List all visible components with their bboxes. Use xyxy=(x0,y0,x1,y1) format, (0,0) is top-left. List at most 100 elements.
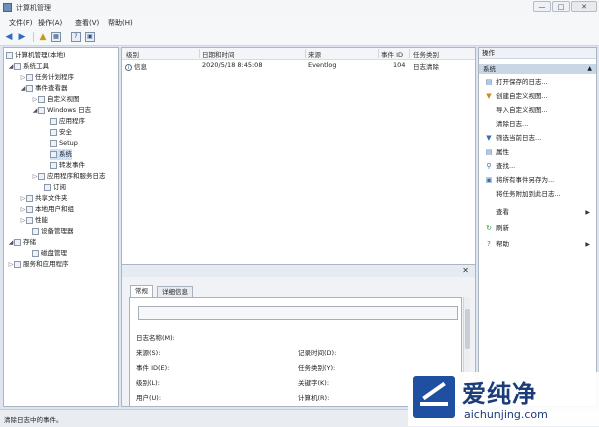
maximize-button[interactable]: □ xyxy=(552,1,570,12)
submenu-arrow-icon: ▶ xyxy=(585,241,590,248)
import-icon xyxy=(485,106,493,114)
menu-action[interactable]: 操作(A) xyxy=(38,18,62,28)
tree-item-performance[interactable]: ▷ 性能 xyxy=(20,215,48,226)
action-filter-current-log[interactable]: ▼ 筛选当前日志... xyxy=(479,133,596,144)
tree-item-windows-logs[interactable]: ◢ Windows 日志 xyxy=(32,105,91,116)
log-icon xyxy=(50,128,57,136)
action-help[interactable]: ? 帮助 ▶ xyxy=(479,239,596,250)
actions-header: 操作 xyxy=(479,48,596,59)
action-clear-log[interactable]: 清除日志... xyxy=(479,119,596,130)
tree-item-disk-management[interactable]: 磁盘管理 xyxy=(32,248,67,259)
action-open-saved-log[interactable]: ▤ 打开保存的日志... xyxy=(479,77,596,88)
action-refresh[interactable]: ↻ 刷新 xyxy=(479,223,596,234)
action-pane-icon[interactable]: ▣ xyxy=(85,32,95,42)
clear-log-icon xyxy=(485,120,493,128)
tab-details[interactable]: 详细信息 xyxy=(157,286,193,297)
menu-view[interactable]: 查看(V) xyxy=(75,18,99,28)
log-icon xyxy=(50,150,57,158)
computer-management-icon xyxy=(3,3,12,12)
column-divider xyxy=(409,49,410,58)
column-divider xyxy=(378,49,379,58)
close-icon[interactable]: ✕ xyxy=(462,266,469,275)
tree-item-services-applications[interactable]: ▷ 服务和应用程序 xyxy=(8,259,69,270)
event-message-box[interactable] xyxy=(138,306,458,320)
collapse-arrow-icon[interactable]: ▲ xyxy=(587,64,592,74)
tree-item-app-services-logs[interactable]: ▷ 应用程序和服务日志 xyxy=(32,171,106,182)
tree-item-custom-views[interactable]: ▷ 自定义视图 xyxy=(32,94,80,105)
tree-item-task-scheduler[interactable]: ▷ 任务计划程序 xyxy=(20,72,74,83)
device-manager-icon xyxy=(32,227,39,235)
window-title: 计算机管理 xyxy=(16,4,51,12)
action-find[interactable]: ⚲ 查找... xyxy=(479,161,596,172)
save-icon: ▣ xyxy=(485,176,493,184)
event-detail-header: ✕ xyxy=(122,264,475,278)
event-list-header: 级别 日期和时间 来源 事件 ID 任务类别 xyxy=(122,48,475,60)
filter-icon: ▼ xyxy=(486,92,492,100)
tree-item-setup[interactable]: Setup xyxy=(50,138,78,149)
minimize-button[interactable]: — xyxy=(533,1,551,12)
tree-item-system[interactable]: 系统 xyxy=(50,149,72,160)
up-folder-icon[interactable]: ▲ xyxy=(38,32,48,42)
tree-item-system-tools[interactable]: ◢ 系统工具 xyxy=(8,61,49,72)
action-properties[interactable]: ▤ 属性 xyxy=(479,147,596,158)
back-arrow-icon[interactable]: ◀ xyxy=(4,32,14,42)
column-divider xyxy=(199,49,200,58)
column-event-id[interactable]: 事件 ID xyxy=(381,49,403,59)
performance-icon xyxy=(26,216,33,224)
field-event-id: 事件 ID(E): xyxy=(136,364,170,372)
log-icon xyxy=(50,139,57,147)
watermark: 爱纯净 aichunjing.com xyxy=(408,372,599,426)
scrollbar-thumb[interactable] xyxy=(465,309,470,349)
clock-icon xyxy=(26,73,33,81)
column-level[interactable]: 级别 xyxy=(126,49,139,59)
tree-item-forwarded-events[interactable]: 转发事件 xyxy=(50,160,85,171)
folder-icon xyxy=(38,106,45,114)
forward-arrow-icon[interactable]: ▶ xyxy=(17,32,27,42)
action-view[interactable]: 查看 ▶ xyxy=(479,207,596,218)
log-icon xyxy=(50,161,57,169)
tree-item-storage[interactable]: ◢ 存储 xyxy=(8,237,36,248)
tree-item-application[interactable]: 应用程序 xyxy=(50,116,85,127)
column-task-category[interactable]: 任务类别 xyxy=(413,49,439,59)
watermark-url: aichunjing.com xyxy=(464,408,548,421)
close-button[interactable]: ✕ xyxy=(571,1,597,12)
title-bar: 计算机管理 — □ ✕ xyxy=(0,0,599,16)
column-source[interactable]: 来源 xyxy=(308,49,321,59)
actions-section-system[interactable]: 系统 ▲ xyxy=(479,64,596,74)
field-computer: 计算机(R): xyxy=(298,394,330,402)
tree-item-event-viewer[interactable]: ◢ 事件查看器 xyxy=(20,83,68,94)
computer-management-window: 计算机管理 — □ ✕ 文件(F) 操作(A) 查看(V) 帮助(H) ◀ ▶ … xyxy=(0,0,599,427)
toolbar: ◀ ▶ ▲ ▦ ? ▣ xyxy=(0,29,599,46)
show-hide-tree-icon[interactable]: ▦ xyxy=(51,32,61,42)
tree-item-computer-management[interactable]: 计算机管理(本地) xyxy=(6,50,66,61)
tree-item-security[interactable]: 安全 xyxy=(50,127,72,138)
action-attach-task[interactable]: 将任务附加到此日志... xyxy=(479,189,596,200)
help-icon[interactable]: ? xyxy=(71,32,81,42)
tree-item-device-manager[interactable]: 设备管理器 xyxy=(32,226,74,237)
column-datetime[interactable]: 日期和时间 xyxy=(202,49,235,59)
refresh-icon: ↻ xyxy=(486,224,492,232)
action-save-all-events[interactable]: ▣ 将所有事件另存为... xyxy=(479,175,596,186)
menu-help[interactable]: 帮助(H) xyxy=(108,18,133,28)
attach-task-icon xyxy=(485,190,493,198)
submenu-arrow-icon: ▶ xyxy=(585,209,590,216)
tree-item-local-users-groups[interactable]: ▷ 本地用户和组 xyxy=(20,204,74,215)
disk-icon xyxy=(32,249,39,257)
tree-item-subscriptions[interactable]: 订阅 xyxy=(44,182,66,193)
field-logged-time: 记录时间(D): xyxy=(298,349,337,357)
table-row[interactable]: i 信息 2020/5/18 8:45:08 Eventlog 104 日志清除 xyxy=(122,60,475,71)
folder-icon xyxy=(38,172,45,180)
subscription-icon xyxy=(44,183,51,191)
field-task-category: 任务类别(Y): xyxy=(298,364,336,372)
action-import-custom-view[interactable]: 导入自定义视图... xyxy=(479,105,596,116)
menu-file[interactable]: 文件(F) xyxy=(9,18,33,28)
event-list-pane: 级别 日期和时间 来源 事件 ID 任务类别 i 信息 2020/5/18 8:4… xyxy=(121,47,476,407)
action-create-custom-view[interactable]: ▼ 创建自定义视图... xyxy=(479,91,596,102)
tree-item-shared-folders[interactable]: ▷ 共享文件夹 xyxy=(20,193,68,204)
tab-general[interactable]: 常规 xyxy=(130,285,153,297)
filter-icon: ▼ xyxy=(486,134,492,142)
field-log-name: 日志名称(M): xyxy=(136,334,175,342)
actions-pane: 操作 系统 ▲ ▤ 打开保存的日志... ▼ 创建自定义视图... 导入自定义视图..… xyxy=(478,47,597,407)
properties-icon: ▤ xyxy=(485,148,493,156)
row-level: i 信息 xyxy=(125,61,147,71)
